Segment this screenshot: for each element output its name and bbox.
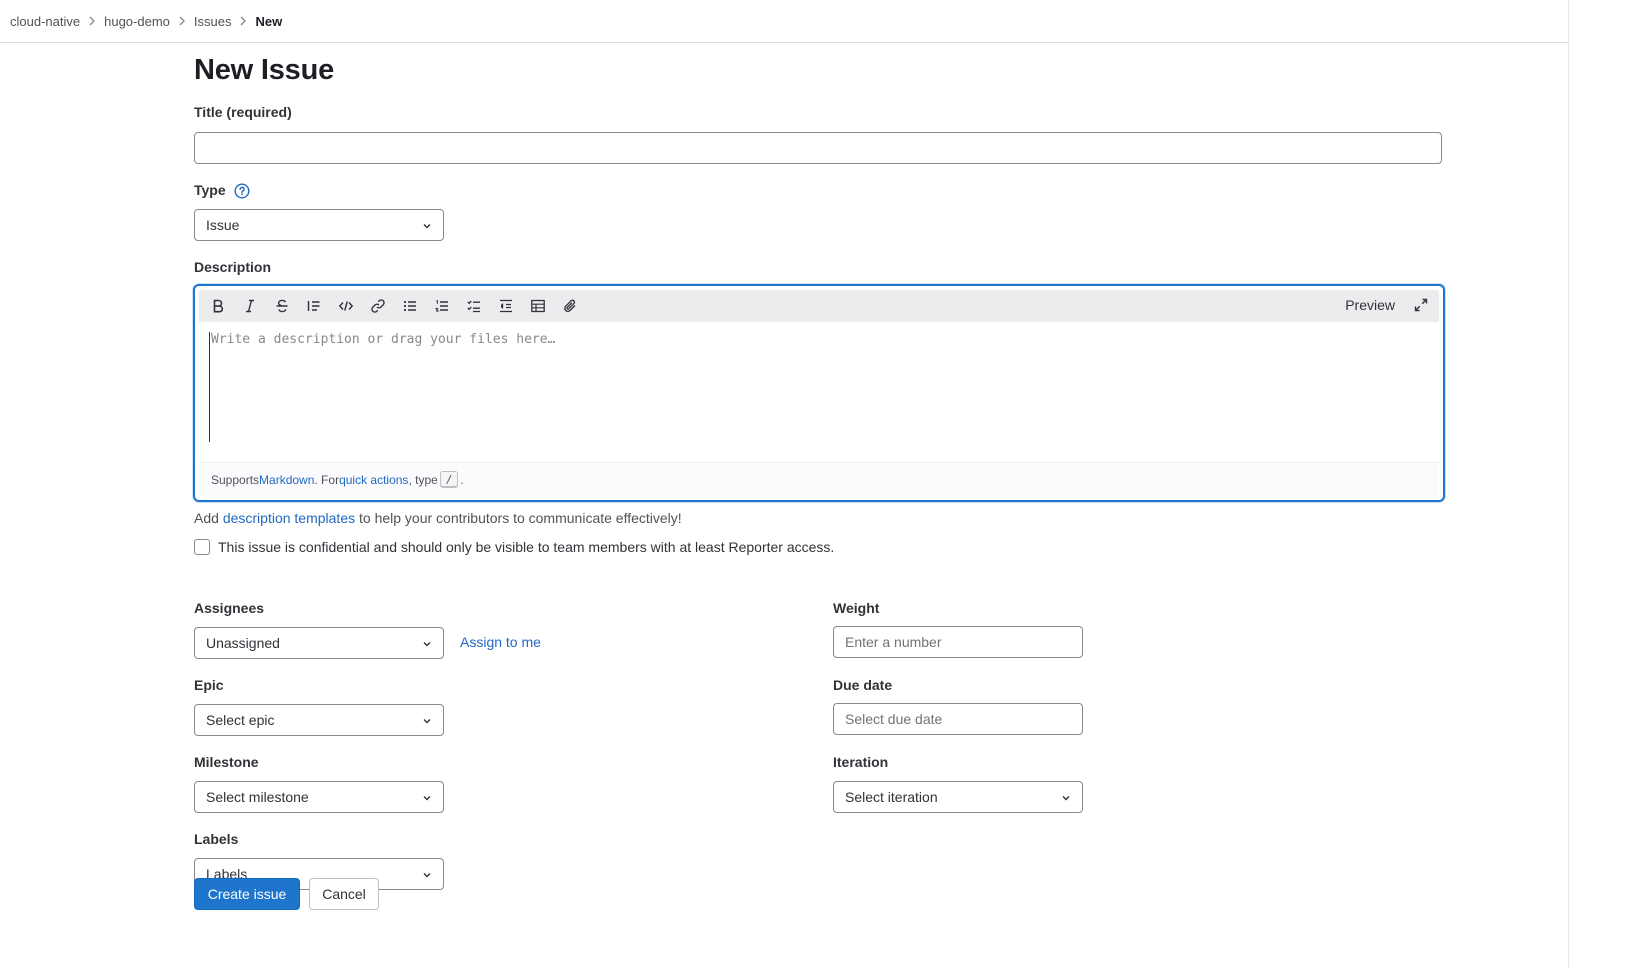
description-editor: Preview Write a description or drag your… — [193, 284, 1445, 502]
chevron-down-icon — [423, 873, 431, 878]
epic-label: Epic — [194, 677, 224, 693]
epic-select[interactable]: Select epic — [194, 704, 444, 736]
chevron-down-icon — [423, 796, 431, 801]
confidential-row: This issue is confidential and should on… — [194, 539, 834, 555]
due-date-input[interactable] — [833, 703, 1083, 735]
chevron-down-icon — [1062, 796, 1070, 801]
confidential-label: This issue is confidential and should on… — [218, 539, 835, 555]
table-icon[interactable] — [529, 297, 547, 315]
editor-footer: Supports Markdown . For quick actions , … — [199, 462, 1439, 496]
breadcrumb-item-cloud-native[interactable]: cloud-native — [10, 14, 80, 29]
breadcrumb-item-new[interactable]: New — [255, 14, 282, 29]
preview-button[interactable]: Preview — [1345, 297, 1395, 313]
quote-icon[interactable] — [305, 297, 323, 315]
milestone-value: Select milestone — [206, 789, 309, 805]
quick-actions-link[interactable]: quick actions — [339, 473, 408, 487]
italic-icon[interactable] — [241, 297, 259, 315]
bold-icon[interactable] — [209, 297, 227, 315]
strikethrough-icon[interactable] — [273, 297, 291, 315]
description-placeholder: Write a description or drag your files h… — [211, 332, 556, 347]
scrollbar-track[interactable] — [1568, 0, 1644, 968]
task-list-icon[interactable] — [465, 297, 483, 315]
help-add-text: Add — [194, 510, 223, 526]
epic-value: Select epic — [206, 712, 275, 728]
chevron-right-icon — [88, 16, 96, 26]
weight-label: Weight — [833, 600, 880, 616]
expand-icon[interactable] — [1413, 297, 1431, 315]
confidential-checkbox[interactable] — [194, 539, 210, 555]
numbered-list-icon[interactable] — [433, 297, 451, 315]
assignees-select[interactable]: Unassigned — [194, 627, 444, 659]
attach-file-icon[interactable] — [561, 297, 579, 315]
breadcrumb-item-issues[interactable]: Issues — [194, 14, 232, 29]
breadcrumb: cloud-native hugo-demo Issues New — [0, 0, 1644, 43]
milestone-label: Milestone — [194, 754, 259, 770]
help-rest-text: to help your contributors to communicate… — [355, 510, 682, 526]
page-title: New Issue — [194, 54, 335, 86]
description-textarea[interactable]: Write a description or drag your files h… — [209, 332, 1429, 442]
footer-supports-text: Supports — [211, 472, 260, 487]
footer-end-text: . — [460, 472, 464, 487]
cancel-button[interactable]: Cancel — [309, 878, 379, 910]
bulleted-list-icon[interactable] — [401, 297, 419, 315]
assign-to-me-link[interactable]: Assign to me — [460, 634, 541, 650]
type-select[interactable]: Issue — [194, 209, 444, 241]
chevron-right-icon — [178, 16, 186, 26]
chevron-down-icon — [423, 642, 431, 647]
type-label: Type — [194, 182, 226, 198]
type-select-value: Issue — [206, 217, 240, 233]
link-icon[interactable] — [369, 297, 387, 315]
labels-label: Labels — [194, 831, 239, 847]
code-icon[interactable] — [337, 297, 355, 315]
slash-kbd: / — [439, 471, 459, 488]
chevron-down-icon — [423, 224, 431, 229]
description-templates-help: Add description templates to help your c… — [194, 510, 682, 526]
weight-input[interactable] — [833, 626, 1083, 658]
question-circle-icon[interactable] — [234, 183, 250, 199]
collapsible-section-icon[interactable] — [497, 297, 515, 315]
footer-type-text: , type — [408, 472, 438, 487]
iteration-label: Iteration — [833, 754, 889, 770]
assignees-value: Unassigned — [206, 635, 280, 651]
title-input[interactable] — [194, 132, 1442, 164]
chevron-down-icon — [423, 719, 431, 724]
milestone-select[interactable]: Select milestone — [194, 781, 444, 813]
iteration-select[interactable]: Select iteration — [833, 781, 1083, 813]
chevron-right-icon — [239, 16, 247, 26]
editor-toolbar: Preview — [199, 290, 1439, 322]
footer-for-text: . For — [314, 472, 340, 487]
iteration-value: Select iteration — [845, 789, 938, 805]
create-issue-button[interactable]: Create issue — [194, 878, 300, 910]
assignees-label: Assignees — [194, 600, 265, 616]
due-date-label: Due date — [833, 677, 893, 693]
breadcrumb-item-hugo-demo[interactable]: hugo-demo — [104, 14, 170, 29]
description-label: Description — [194, 259, 272, 275]
title-label: Title (required) — [194, 104, 292, 120]
description-templates-link[interactable]: description templates — [223, 510, 355, 526]
markdown-link[interactable]: Markdown — [259, 473, 314, 487]
